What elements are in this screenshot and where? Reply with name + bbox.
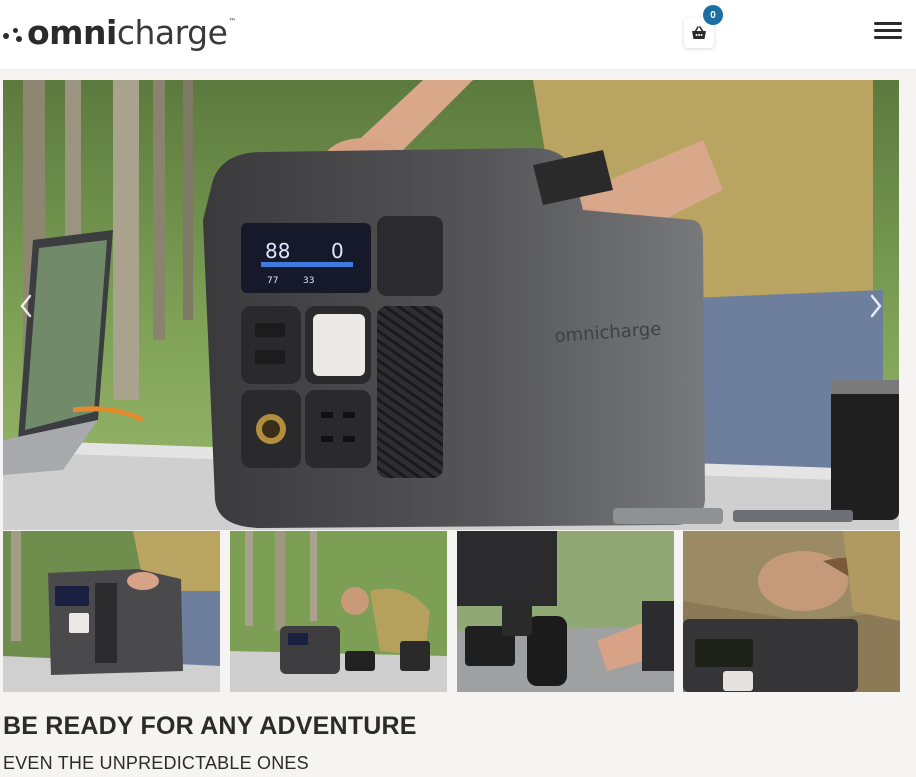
site-header: omnicharge™ 0: [0, 0, 916, 70]
product-headline: BE READY FOR ANY ADVENTURE: [3, 712, 417, 740]
gallery-thumbnail-3[interactable]: [457, 531, 674, 692]
hero-image: 88 0 77 33 omnicharge: [3, 80, 899, 530]
slider-prev-arrow-icon[interactable]: [16, 292, 36, 320]
lcd-row2-value: 33: [303, 276, 314, 286]
gallery-thumbnail-2[interactable]: [230, 531, 447, 692]
logo-wordmark: omnicharge™: [27, 12, 236, 52]
hamburger-menu-icon[interactable]: [874, 22, 902, 46]
gallery-thumbnail-4[interactable]: [683, 531, 900, 692]
gallery-thumbnail-1[interactable]: [3, 531, 220, 692]
logo-mark-icon: [3, 20, 23, 44]
omnicharge-logo[interactable]: omnicharge™: [3, 12, 236, 52]
basket-icon: [692, 26, 706, 39]
lcd-output-value: 0: [331, 239, 344, 263]
cart-count-badge: 0: [703, 5, 723, 25]
lcd-row1-value: 77: [267, 276, 278, 286]
slider-next-arrow-icon[interactable]: [866, 292, 886, 320]
lcd-battery-value: 88: [265, 239, 290, 263]
product-subheadline: EVEN THE UNPREDICTABLE ONES: [3, 753, 309, 773]
